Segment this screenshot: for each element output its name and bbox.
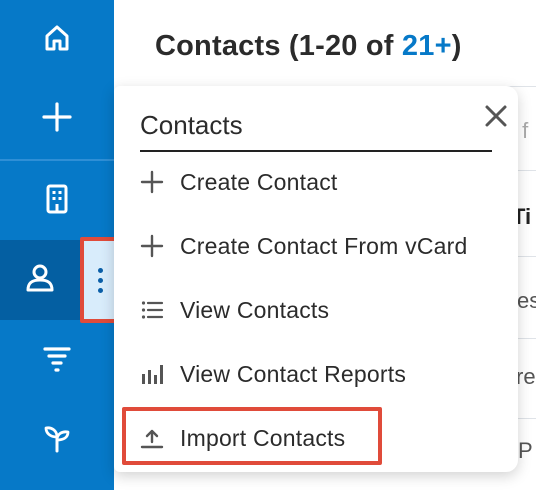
table-cell-fragment: es [517,288,536,313]
menu-item-label: Create Contact From vCard [180,232,468,259]
import-contacts-highlight [122,407,382,465]
kebab-dot [97,287,103,293]
building-icon [40,182,74,221]
total-count-link[interactable]: 21+ [402,30,452,62]
menu-item-label: View Contact Reports [180,360,407,387]
home-icon [40,21,74,60]
kebab-dot [97,267,103,273]
page-title-suffix: ) [451,30,462,62]
bar-chart-icon [140,362,164,386]
table-cell-fragment: P [518,438,533,463]
list-icon [140,298,164,322]
menu-item-view-contact-reports[interactable]: View Contact Reports [140,352,406,396]
sidebar-item-leads[interactable] [0,320,114,400]
sidebar-item-contacts[interactable] [0,240,80,320]
menu-item-view-contacts[interactable]: View Contacts [140,288,329,332]
plus-icon [40,100,74,139]
sprout-icon [40,421,74,460]
person-icon [23,261,57,300]
menu-header: Contacts [140,110,492,152]
table-cell-fragment: re [516,364,536,389]
page-title-prefix: Contacts (1-20 of [155,30,402,62]
sidebar-item-quick-create[interactable] [0,79,114,159]
plus-icon [140,170,164,194]
filter-icon [40,341,74,380]
page-title: Contacts (1-20 of 21+) [155,30,462,63]
menu-item-create-contact[interactable]: Create Contact [140,160,338,204]
menu-item-label: Create Contact [180,168,338,195]
close-menu-button[interactable] [482,102,510,130]
menu-item-create-contact-vcard[interactable]: Create Contact From vCard [140,224,467,268]
kebab-dot [97,277,103,283]
sidebar-item-accounts[interactable] [0,161,114,241]
menu-title: Contacts [140,110,243,140]
plus-icon [140,234,164,258]
sidebar-item-opportunities[interactable] [0,400,114,480]
sidebar-item-home[interactable] [0,0,114,80]
menu-item-label: View Contacts [180,296,330,323]
close-icon [482,105,510,134]
